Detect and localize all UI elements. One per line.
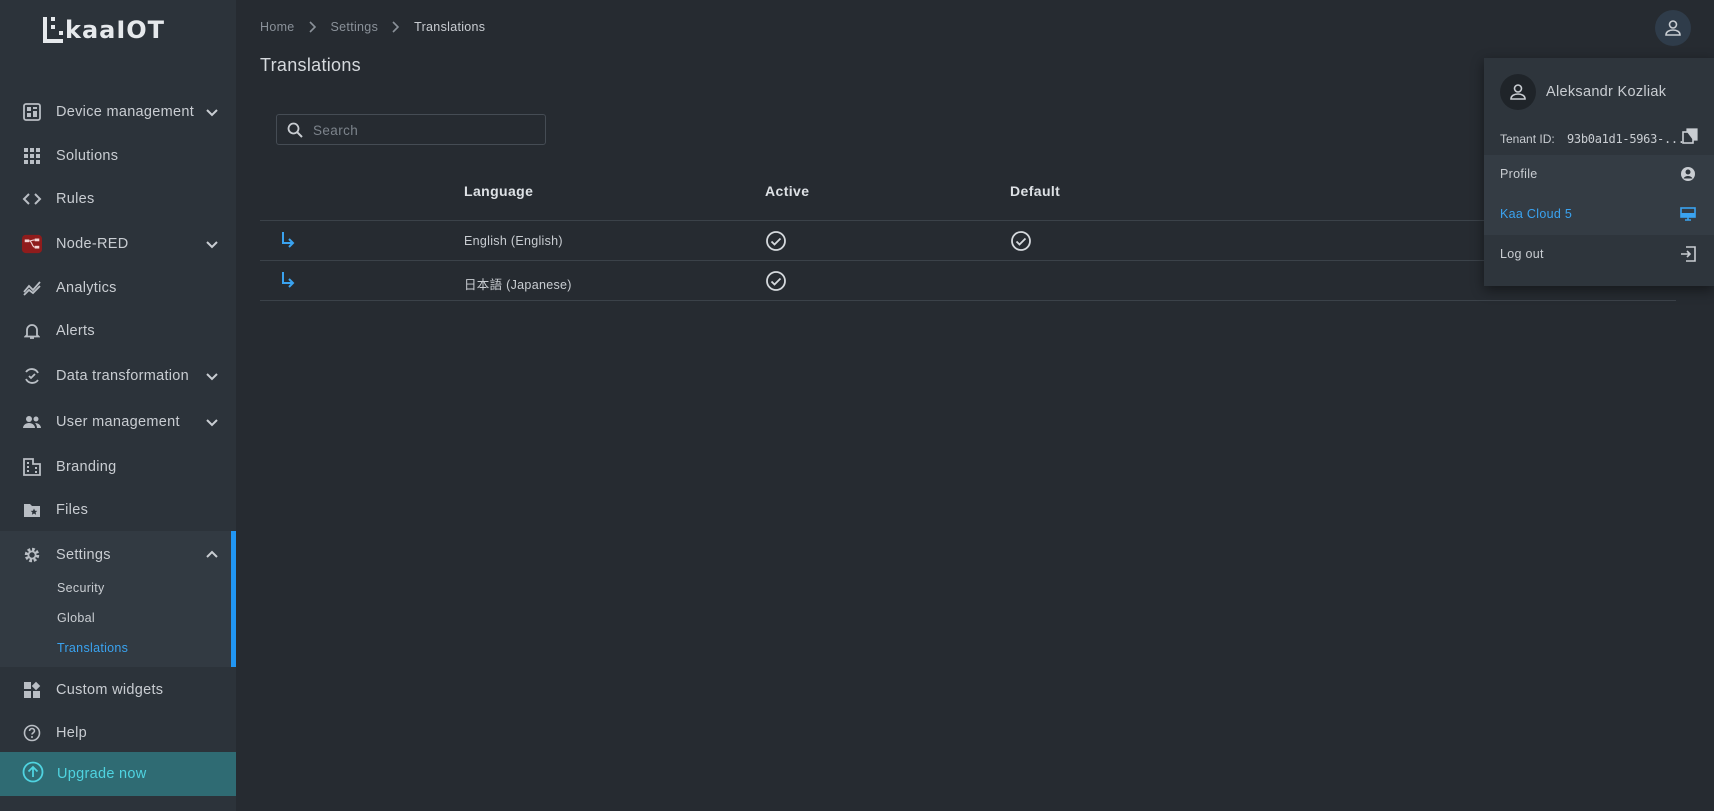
menu-item-log-out[interactable]: Log out — [1484, 235, 1714, 275]
chevron-down-icon[interactable] — [204, 414, 220, 430]
sidebar-item-files[interactable]: Files — [0, 490, 236, 530]
search-input[interactable] — [313, 120, 533, 140]
search-box[interactable] — [276, 114, 546, 145]
sidebar-item-label: Solutions — [56, 148, 119, 164]
upgrade-arrow-icon — [22, 761, 44, 788]
breadcrumb-settings[interactable]: Settings — [331, 20, 379, 34]
sidebar-item-device-management[interactable]: Device management — [0, 92, 236, 132]
settings-group: Settings Security Global Translations — [0, 531, 236, 667]
person-icon — [1665, 20, 1681, 36]
search-icon — [287, 122, 303, 143]
sidebar-item-label: Rules — [56, 191, 95, 207]
analytics-icon — [22, 278, 42, 298]
chevron-down-icon[interactable] — [204, 104, 220, 120]
grid-icon — [22, 146, 42, 166]
code-icon — [22, 189, 42, 209]
tenant-id-label: Tenant ID: — [1500, 132, 1555, 146]
menu-item-kaa-cloud-5[interactable]: Kaa Cloud 5 — [1484, 195, 1714, 235]
menu-item-label: Profile — [1500, 167, 1538, 181]
page-title: Translations — [260, 55, 361, 75]
menu-item-label: Kaa Cloud 5 — [1500, 207, 1573, 221]
upgrade-label: Upgrade now — [57, 766, 147, 782]
sidebar-item-data-transformation[interactable]: Data transformation — [0, 356, 236, 396]
sidebar-item-label: Alerts — [56, 323, 95, 339]
table-row[interactable]: English (English) — [260, 221, 1676, 261]
sidebar-item-alerts[interactable]: Alerts — [0, 311, 236, 351]
kaaiot-logo[interactable]: kaaIOT — [43, 16, 165, 44]
widgets-icon — [22, 680, 42, 700]
sidebar-item-branding[interactable]: Branding — [0, 447, 236, 487]
help-icon — [22, 723, 42, 743]
check-circle-icon — [766, 231, 786, 251]
account-menu: Aleksandr Kozliak Tenant ID: 93b0a1d1-59… — [1484, 58, 1714, 286]
check-circle-icon — [1011, 231, 1031, 251]
transform-icon — [22, 366, 42, 386]
check-circle-icon — [766, 271, 786, 291]
logout-icon — [1680, 246, 1696, 267]
column-header-active[interactable]: Active — [765, 183, 809, 199]
sidebar-subitem-security[interactable]: Security — [57, 581, 105, 595]
subdirectory-arrow-icon[interactable] — [280, 231, 296, 254]
menu-item-label: Log out — [1500, 247, 1544, 261]
table-row[interactable]: 日本語 (Japanese) — [260, 261, 1676, 301]
sidebar-item-custom-widgets[interactable]: Custom widgets — [0, 670, 236, 710]
sidebar-item-label: Device management — [56, 104, 195, 120]
sidebar-item-rules[interactable]: Rules — [0, 179, 236, 219]
breadcrumb: Home Settings Translations — [260, 20, 485, 34]
column-header-default[interactable]: Default — [1010, 183, 1060, 199]
gear-icon — [22, 545, 42, 565]
chevron-down-icon[interactable] — [204, 368, 220, 384]
user-name: Aleksandr Kozliak — [1546, 84, 1667, 100]
upgrade-now-button[interactable]: Upgrade now — [0, 752, 236, 796]
sidebar: kaaIOT Device management Solutions Rules — [0, 0, 236, 811]
sidebar-item-label: Files — [56, 502, 89, 518]
language-cell: 日本語 (Japanese) — [464, 278, 572, 292]
chevron-down-icon[interactable] — [204, 236, 220, 252]
avatar — [1500, 74, 1536, 110]
sidebar-item-solutions[interactable]: Solutions — [0, 136, 236, 176]
sidebar-item-settings[interactable]: Settings — [0, 535, 236, 575]
sidebar-item-label: Node-RED — [56, 236, 129, 252]
breadcrumb-home[interactable]: Home — [260, 20, 295, 34]
account-circle-icon — [1680, 166, 1696, 187]
sidebar-item-label: Help — [56, 725, 88, 741]
chevron-right-icon — [308, 21, 317, 33]
building-icon — [22, 457, 42, 477]
sidebar-item-analytics[interactable]: Analytics — [0, 268, 236, 308]
sidebar-item-help[interactable]: Help — [0, 713, 236, 753]
sidebar-item-label: Settings — [56, 547, 111, 563]
sidebar-item-node-red[interactable]: Node-RED — [0, 224, 236, 264]
node-red-icon — [22, 234, 42, 254]
folder-star-icon — [22, 500, 42, 520]
menu-item-profile[interactable]: Profile — [1484, 155, 1714, 195]
users-icon — [22, 412, 42, 432]
chevron-up-icon[interactable] — [204, 547, 220, 563]
account-avatar-button[interactable] — [1655, 10, 1691, 46]
device-dashboard-icon — [22, 102, 42, 122]
sidebar-item-label: User management — [56, 414, 180, 430]
kaa-logo-mark-icon — [43, 17, 63, 43]
sidebar-item-label: Branding — [56, 459, 117, 475]
sidebar-subitem-global[interactable]: Global — [57, 611, 95, 625]
sidebar-item-label: Custom widgets — [56, 682, 164, 698]
person-icon — [1510, 84, 1526, 100]
subdirectory-arrow-icon[interactable] — [280, 271, 296, 294]
sidebar-subitem-translations[interactable]: Translations — [57, 641, 128, 655]
tenant-id-value: 93b0a1d1-5963-... — [1567, 132, 1685, 146]
copy-icon[interactable] — [1682, 128, 1698, 149]
logo-text: kaaIOT — [65, 16, 166, 44]
divider — [260, 300, 1676, 301]
sidebar-item-label: Analytics — [56, 280, 117, 296]
sidebar-item-user-management[interactable]: User management — [0, 402, 236, 442]
chevron-right-icon — [392, 21, 400, 33]
monitor-icon — [1680, 206, 1696, 227]
breadcrumb-current: Translations — [414, 20, 486, 34]
language-cell: English (English) — [464, 234, 563, 248]
bell-icon — [22, 321, 42, 341]
column-header-language[interactable]: Language — [464, 183, 533, 199]
sidebar-item-label: Data transformation — [56, 368, 190, 384]
